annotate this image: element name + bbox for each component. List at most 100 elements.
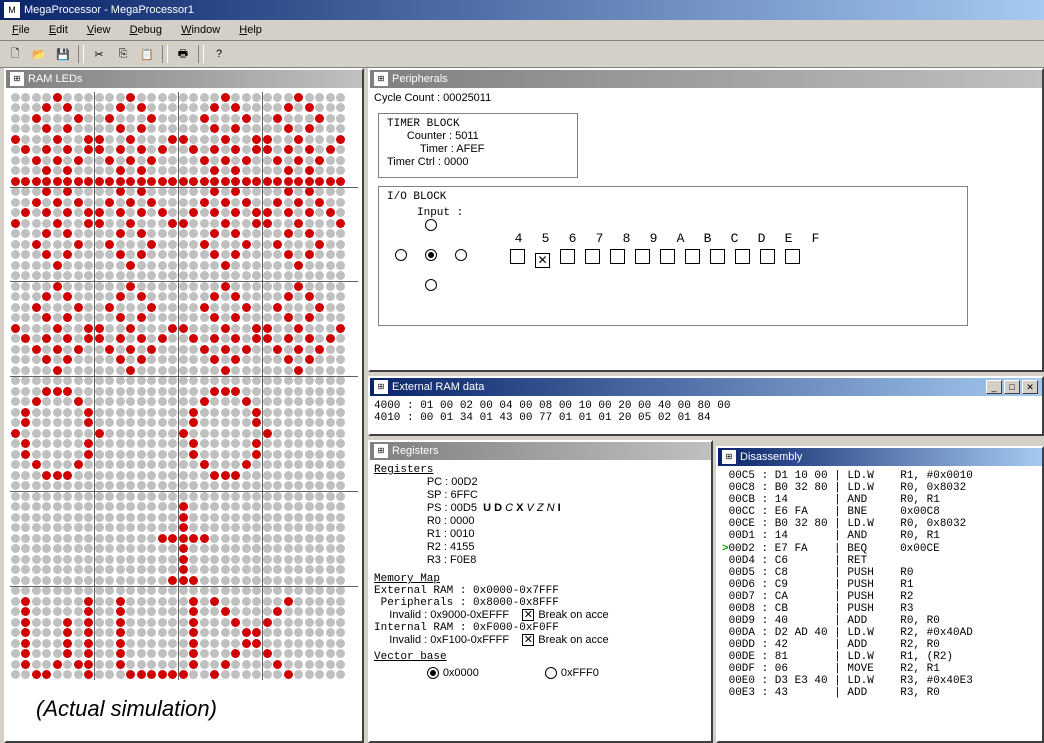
- disasm-row[interactable]: 00DD : 42 | ADD R2, R0: [722, 639, 1038, 651]
- io-radio-bottom[interactable]: [425, 279, 437, 291]
- led-cell: [263, 345, 272, 354]
- menu-debug[interactable]: Debug: [122, 22, 170, 38]
- help-button[interactable]: ?: [208, 43, 230, 65]
- cut-button[interactable]: ✂: [88, 43, 110, 65]
- vecbase-radio-0000[interactable]: [427, 667, 439, 679]
- disasm-row[interactable]: 00D5 : C8 | PUSH R0: [722, 567, 1038, 579]
- ram-leds-title[interactable]: ⊞ RAM LEDs: [6, 70, 362, 88]
- break-checkbox-2[interactable]: ✕: [522, 634, 534, 646]
- io-bit-F[interactable]: [785, 249, 800, 264]
- led-cell: [116, 355, 125, 364]
- disasm-row[interactable]: >00D2 : E7 FA | BEQ 0x00CE: [722, 542, 1038, 555]
- led-cell: [294, 124, 303, 133]
- menu-edit[interactable]: Edit: [41, 22, 76, 38]
- led-cell: [147, 240, 156, 249]
- led-cell: [305, 219, 314, 228]
- io-radio-left[interactable]: [395, 249, 407, 261]
- led-cell: [11, 135, 20, 144]
- led-cell: [95, 649, 104, 658]
- io-bit-A[interactable]: [660, 249, 675, 264]
- disasm-row[interactable]: 00DA : D2 AD 40 | LD.W R2, #0x40AD: [722, 627, 1038, 639]
- led-cell: [32, 660, 41, 669]
- paste-button[interactable]: 📋: [136, 43, 158, 65]
- led-cell: [158, 670, 167, 679]
- led-cell: [252, 660, 261, 669]
- led-cell: [63, 313, 72, 322]
- led-cell: [137, 670, 146, 679]
- disasm-row[interactable]: 00DE : 81 | LD.W R1, (R2): [722, 651, 1038, 663]
- menu-file[interactable]: File: [4, 22, 38, 38]
- io-bit-E[interactable]: [760, 249, 775, 264]
- close-button[interactable]: ✕: [1022, 380, 1038, 394]
- led-cell: [95, 166, 104, 175]
- disasm-row[interactable]: 00E3 : 43 | ADD R3, R0: [722, 687, 1038, 699]
- disasm-row[interactable]: 00CC : E6 FA | BNE 0x00C8: [722, 506, 1038, 518]
- new-button[interactable]: 🗋: [4, 43, 26, 65]
- io-bit-9[interactable]: [635, 249, 650, 264]
- led-cell: [305, 450, 314, 459]
- led-cell: [116, 376, 125, 385]
- disasm-row[interactable]: 00CE : B0 32 80 | LD.W R0, 0x8032: [722, 518, 1038, 530]
- io-bit-D[interactable]: [735, 249, 750, 264]
- led-cell: [84, 660, 93, 669]
- led-cell: [273, 544, 282, 553]
- registers-title[interactable]: ⊞ Registers: [370, 442, 711, 460]
- io-radio-center[interactable]: [425, 249, 437, 261]
- led-cell: [179, 660, 188, 669]
- break-checkbox-1[interactable]: ✕: [522, 609, 534, 621]
- disasm-row[interactable]: 00D1 : 14 | AND R0, R1: [722, 530, 1038, 542]
- led-cell: [42, 387, 51, 396]
- io-bit-7[interactable]: [585, 249, 600, 264]
- led-cell: [231, 513, 240, 522]
- disasm-row[interactable]: 00D9 : 40 | ADD R0, R0: [722, 615, 1038, 627]
- led-cell: [263, 219, 272, 228]
- disassembly-title[interactable]: ⊞ Disassembly: [718, 448, 1042, 466]
- disasm-row[interactable]: 00D4 : C6 | RET: [722, 555, 1038, 567]
- led-cell: [63, 513, 72, 522]
- led-cell: [53, 576, 62, 585]
- print-button[interactable]: 🖶: [172, 43, 194, 65]
- led-cell: [273, 523, 282, 532]
- led-cell: [221, 93, 230, 102]
- led-cell: [158, 166, 167, 175]
- led-cell: [315, 376, 324, 385]
- io-bit-4[interactable]: [510, 249, 525, 264]
- io-bit-8[interactable]: [610, 249, 625, 264]
- disasm-row[interactable]: 00C5 : D1 10 00 | LD.W R1, #0x0010: [722, 470, 1038, 482]
- io-bit-C[interactable]: [710, 249, 725, 264]
- peripherals-title[interactable]: ⊞ Peripherals: [370, 70, 1042, 88]
- io-bit-6[interactable]: [560, 249, 575, 264]
- save-button[interactable]: 💾: [52, 43, 74, 65]
- copy-button[interactable]: ⎘: [112, 43, 134, 65]
- led-cell: [231, 355, 240, 364]
- io-bit-B[interactable]: [685, 249, 700, 264]
- led-cell: [105, 124, 114, 133]
- disasm-row[interactable]: 00CB : 14 | AND R0, R1: [722, 494, 1038, 506]
- open-button[interactable]: 📂: [28, 43, 50, 65]
- io-radio-top[interactable]: [425, 219, 437, 231]
- extram-title[interactable]: ⊞ External RAM data _ □ ✕: [370, 378, 1042, 396]
- disasm-row[interactable]: 00D6 : C9 | PUSH R1: [722, 579, 1038, 591]
- menu-help[interactable]: Help: [231, 22, 270, 38]
- menu-window[interactable]: Window: [173, 22, 228, 38]
- disasm-row[interactable]: 00D7 : CA | PUSH R2: [722, 591, 1038, 603]
- maximize-button[interactable]: □: [1004, 380, 1020, 394]
- disasm-row[interactable]: 00C8 : B0 32 80 | LD.W R0, 0x8032: [722, 482, 1038, 494]
- led-cell: [147, 586, 156, 595]
- led-cell: [210, 439, 219, 448]
- io-bit-5[interactable]: ✕: [535, 253, 550, 268]
- led-cell: [179, 103, 188, 112]
- vecbase-radio-fff0[interactable]: [545, 667, 557, 679]
- disasm-row[interactable]: 00E0 : D3 E3 40 | LD.W R3, #0x40E3: [722, 675, 1038, 687]
- disasm-row[interactable]: 00DF : 06 | MOVE R2, R1: [722, 663, 1038, 675]
- led-cell: [284, 345, 293, 354]
- led-cell: [11, 397, 20, 406]
- led-cell: [189, 334, 198, 343]
- led-cell: [137, 523, 146, 532]
- minimize-button[interactable]: _: [986, 380, 1002, 394]
- disasm-row[interactable]: 00D8 : CB | PUSH R3: [722, 603, 1038, 615]
- led-cell: [189, 271, 198, 280]
- io-radio-right[interactable]: [455, 249, 467, 261]
- led-cell: [21, 324, 30, 333]
- menu-view[interactable]: View: [79, 22, 119, 38]
